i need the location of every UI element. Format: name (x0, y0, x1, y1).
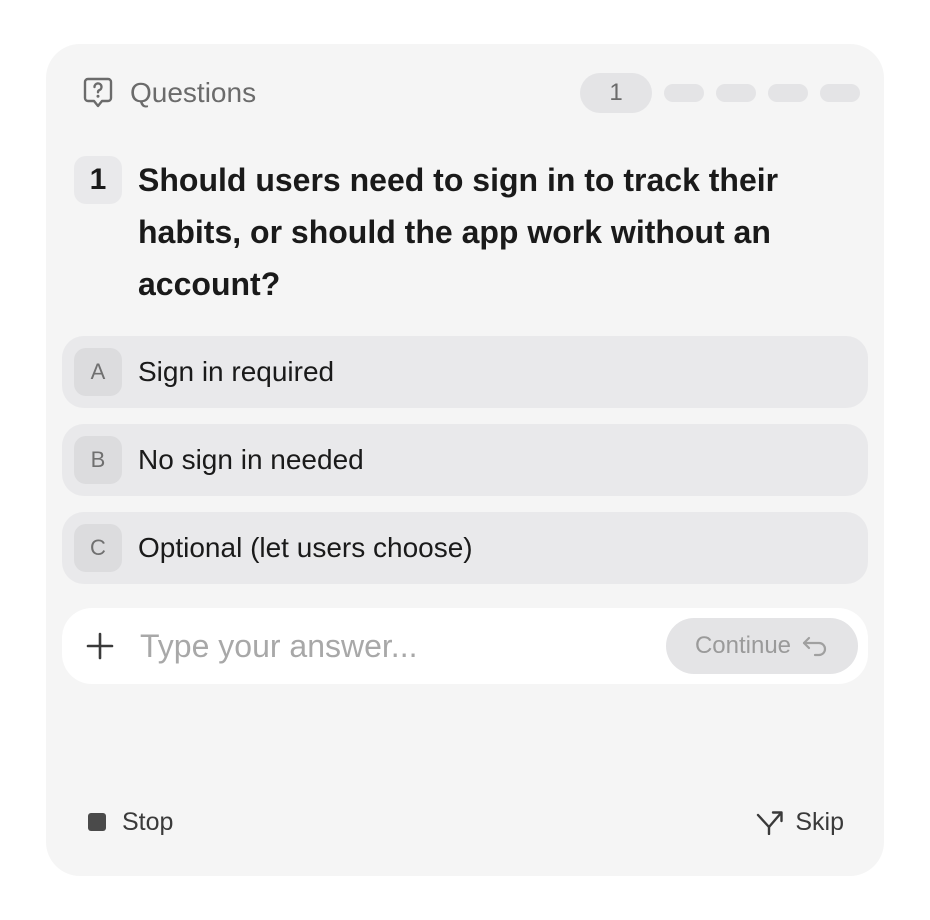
stop-square-icon (88, 813, 106, 831)
option-letter: B (74, 436, 122, 484)
option-letter: C (74, 524, 122, 572)
continue-label: Continue (694, 632, 792, 659)
stop-button[interactable]: Stop (88, 806, 173, 838)
fork-arrow-icon (757, 811, 784, 835)
option-b[interactable]: B No sign in needed (62, 424, 868, 496)
question: 1 Should users need to sign in to track … (74, 156, 834, 310)
step-indicator (716, 84, 756, 102)
answer-input-bar: Continue (62, 608, 868, 684)
option-label: Sign in required (138, 356, 335, 387)
skip-button[interactable]: Skip (755, 806, 844, 838)
question-text: Should users need to sign in to track th… (138, 162, 779, 302)
option-letter: A (74, 348, 122, 396)
option-c[interactable]: C Optional (let users choose) (62, 512, 868, 584)
option-label: No sign in needed (138, 444, 364, 475)
option-label: Optional (let users choose) (138, 532, 473, 563)
question-bubble-icon (82, 77, 114, 109)
question-number-badge: 1 (74, 156, 122, 204)
skip-label: Skip (795, 807, 844, 836)
stop-label: Stop (122, 807, 174, 836)
questions-title: Questions (130, 77, 257, 108)
step-indicator (664, 84, 704, 102)
step-progress: 1 (580, 73, 860, 113)
add-attachment-button[interactable] (78, 624, 122, 668)
questions-card: Questions 1 1 Should users need to sign … (46, 44, 884, 876)
option-a[interactable]: A Sign in required (62, 336, 868, 408)
step-indicator (820, 84, 860, 102)
answer-input[interactable] (138, 621, 638, 671)
step-current-indicator: 1 (580, 73, 652, 113)
questions-header: Questions 1 (82, 73, 860, 113)
step-indicator (768, 84, 808, 102)
continue-button[interactable]: Continue (666, 618, 858, 674)
plus-icon (86, 632, 114, 660)
return-arrow-icon (802, 636, 827, 657)
